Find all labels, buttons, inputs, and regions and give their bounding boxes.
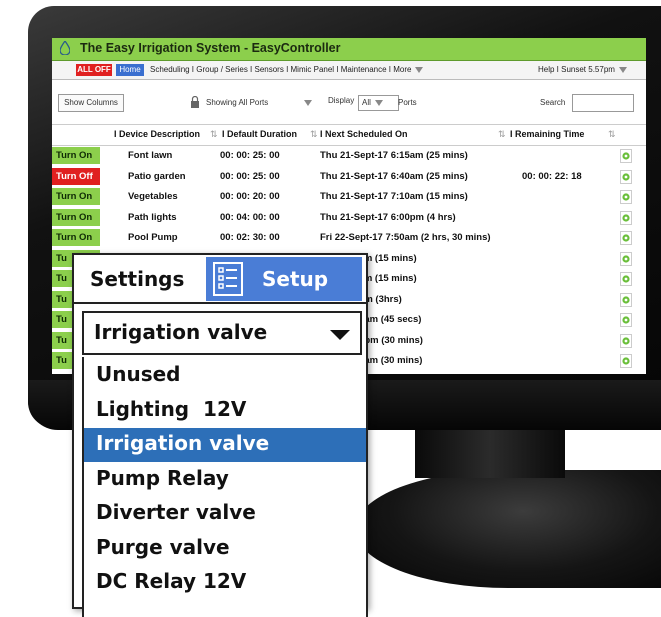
display-select[interactable]: All [358, 95, 399, 111]
remaining-time: 00: 00: 22: 18 [522, 170, 582, 182]
settings-panel: Settings Setup Irrigation valve Unused Li… [72, 253, 368, 617]
home-button[interactable]: Home [116, 64, 144, 76]
option-item[interactable]: DC Relay 12V [84, 566, 366, 600]
gear-icon[interactable] [620, 149, 632, 163]
header-device[interactable]: I Device Description [114, 129, 200, 139]
toolbar: Show Columns Showing All Ports Display A… [52, 86, 646, 114]
option-item[interactable]: Irrigation valve [84, 428, 366, 462]
next-scheduled: Thu 21-Sept-17 6:15am (25 mins) [320, 150, 468, 161]
panel-divider [74, 302, 366, 304]
search-label: Search [540, 98, 566, 107]
chevron-down-icon [374, 99, 383, 106]
gear-icon[interactable] [620, 190, 632, 204]
gear-icon[interactable] [620, 354, 632, 368]
toggle-button[interactable]: Turn On [52, 147, 100, 164]
all-off-button[interactable]: ALL OFF [76, 64, 112, 76]
table-row: Turn On Pool Pump 00: 02: 30: 00 Fri 22-Sep… [52, 228, 646, 248]
checklist-icon [213, 262, 243, 296]
next-scheduled: Thu 21-Sept-17 6:40am (25 mins) [320, 170, 468, 182]
sort-icon[interactable]: ⇅ [310, 129, 318, 140]
gear-icon[interactable] [620, 313, 632, 327]
option-label: Unused [96, 362, 181, 386]
option-item[interactable]: Purge valve [84, 532, 366, 566]
default-duration: 00: 00: 20: 00 [220, 191, 280, 202]
monitor-stand-neck [415, 428, 565, 478]
device-description: Patio garden [128, 170, 186, 182]
gear-icon[interactable] [620, 169, 632, 184]
option-label: Pump Relay [96, 465, 229, 490]
next-scheduled: Fri 22-Sept-17 7:50am (2 hrs, 30 mins) [320, 232, 491, 243]
show-columns-button[interactable]: Show Columns [58, 94, 124, 112]
option-item[interactable]: Pump Relay [84, 463, 366, 497]
toggle-button[interactable]: Turn On [52, 188, 100, 205]
monitor-stand-base [355, 470, 661, 588]
gear-icon[interactable] [620, 292, 632, 307]
help-sunset-text[interactable]: Help I Sunset 5.57pm [538, 65, 615, 74]
sort-icon[interactable]: ⇅ [498, 129, 506, 140]
chevron-down-icon [330, 330, 350, 340]
gear-icon[interactable] [620, 231, 632, 245]
ports-filter-select[interactable]: Showing All Ports [206, 98, 268, 107]
header-next[interactable]: I Next Scheduled On [320, 129, 408, 139]
settings-title[interactable]: Settings [90, 267, 184, 291]
toggle-button[interactable]: Turn On [52, 208, 100, 226]
default-duration: 00: 00: 25: 00 [220, 150, 280, 161]
setup-tab[interactable]: Setup [206, 257, 362, 301]
option-label: Purge valve [96, 534, 230, 559]
next-scheduled: Thu 21-Sept-17 6:00pm (4 hrs) [320, 211, 456, 223]
device-description: Font lawn [128, 150, 173, 161]
option-label: Lighting 12V [96, 396, 247, 421]
help-sunset[interactable]: Help I Sunset 5.57pm [538, 65, 627, 74]
lock-icon [191, 96, 199, 108]
option-label: Irrigation valve [96, 431, 270, 455]
chevron-down-icon[interactable] [415, 66, 424, 73]
display-select-value: All [362, 98, 371, 107]
gear-icon[interactable] [620, 210, 632, 225]
option-item[interactable]: Diverter valve [84, 497, 366, 531]
toggle-button[interactable]: Turn On [52, 229, 100, 246]
gear-icon[interactable] [620, 251, 632, 266]
gear-icon[interactable] [620, 272, 632, 286]
device-description: Pool Pump [128, 232, 178, 243]
search-input[interactable] [572, 94, 634, 112]
header-remaining[interactable]: I Remaining Time [510, 129, 584, 139]
device-description: Vegetables [128, 191, 178, 202]
nav-links-text[interactable]: Scheduling I Group / Series I Sensors I … [150, 65, 411, 74]
nav-bar: ALL OFF Home Scheduling I Group / Series… [52, 61, 646, 80]
sort-icon[interactable]: ⇅ [608, 129, 616, 140]
chevron-down-icon[interactable] [304, 100, 312, 106]
default-duration: 00: 02: 30: 00 [220, 232, 280, 243]
option-item[interactable]: Unused [84, 359, 366, 393]
default-duration: 00: 04: 00: 00 [220, 211, 280, 223]
chevron-down-icon[interactable] [618, 66, 627, 73]
next-scheduled: Thu 21-Sept-17 7:10am (15 mins) [320, 191, 468, 202]
nav-links[interactable]: Scheduling I Group / Series I Sensors I … [150, 65, 424, 74]
table-header: I Device Description ⇅ I Default Duratio… [52, 124, 646, 146]
default-duration: 00: 00: 25: 00 [220, 170, 280, 182]
gear-icon[interactable] [620, 333, 632, 348]
header-duration[interactable]: I Default Duration [222, 129, 297, 139]
option-label: DC Relay 12V [96, 569, 247, 593]
title-bar: The Easy Irrigation System - EasyControl… [52, 38, 646, 61]
table-row: Turn On Path lights 00: 04: 00: 00 Thu 21-S… [52, 208, 646, 228]
table-row: Turn On Vegetables 00: 00: 20: 00 Thu 21-Se… [52, 187, 646, 207]
app-title: The Easy Irrigation System - EasyControl… [80, 41, 341, 55]
table-row: Turn On Font lawn 00: 00: 25: 00 Thu 21-Sep… [52, 146, 646, 166]
device-description: Path lights [128, 211, 177, 223]
display-label: Display [328, 96, 355, 105]
device-type-select[interactable]: Irrigation valve [82, 311, 362, 355]
toggle-button[interactable]: Turn Off [52, 167, 100, 185]
option-item[interactable]: Lighting 12V [84, 394, 366, 428]
table-row: Turn Off Patio garden 00: 00: 25: 00 Thu 21… [52, 167, 646, 187]
water-drop-icon [60, 41, 70, 55]
sort-icon[interactable]: ⇅ [210, 129, 218, 140]
setup-label: Setup [262, 267, 329, 291]
ports-label: Ports [398, 98, 417, 107]
option-label: Diverter valve [96, 500, 256, 524]
device-type-value: Irrigation valve [94, 320, 268, 344]
device-type-options: Unused Lighting 12V Irrigation valve Pump R… [82, 357, 368, 617]
